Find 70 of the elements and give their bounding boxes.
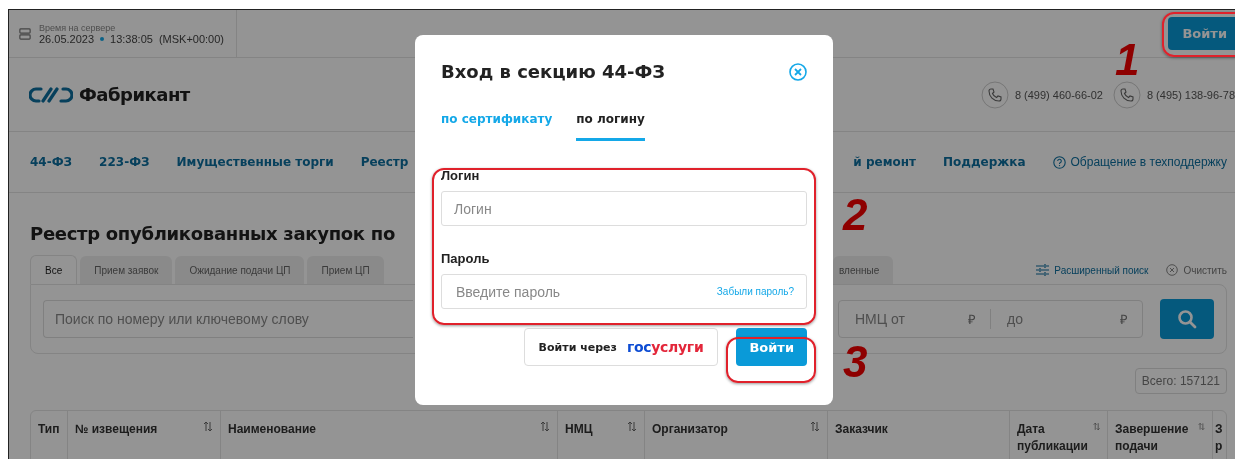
clear-link[interactable]: Очистить xyxy=(1183,264,1227,276)
nav-link[interactable]: Реестр xyxy=(360,155,409,169)
login-button[interactable]: Войти xyxy=(1168,17,1235,50)
step-number: 2 xyxy=(843,193,868,237)
sort-icon[interactable] xyxy=(1198,421,1205,432)
column-header[interactable]: Завершение подачи xyxy=(1115,421,1199,455)
advanced-search-link[interactable]: Расширенный поиск xyxy=(1054,264,1149,276)
field-label: Пароль xyxy=(441,251,491,266)
filter-tab[interactable]: вленные xyxy=(833,256,894,284)
help-icon xyxy=(1052,155,1066,169)
sort-icon[interactable] xyxy=(810,421,820,432)
clear-icon xyxy=(1166,264,1179,276)
column-header: Тип xyxy=(38,421,60,438)
field-label: Логин xyxy=(441,168,481,183)
step-number: 1 xyxy=(1115,38,1140,82)
logo-icon xyxy=(29,85,73,104)
separator-dot xyxy=(100,36,105,41)
filter-tab[interactable]: Все xyxy=(30,255,78,284)
search-icon xyxy=(1177,309,1197,329)
ruble-sign: ₽ xyxy=(968,311,976,328)
logo-text: Фабрикант xyxy=(79,84,190,105)
nav-link[interactable]: Имущественные торги xyxy=(176,155,334,169)
password-field[interactable]: Введите пароль Забыли пароль? xyxy=(441,274,807,309)
total-count: Всего: 157121 xyxy=(1134,368,1227,394)
submit-button[interactable]: Войти xyxy=(736,328,807,366)
price-range-field[interactable]: НМЦ от ₽ до ₽ xyxy=(838,300,1143,338)
phone-number[interactable]: 8 (495) 138-96-78 xyxy=(1146,88,1235,101)
server-icon xyxy=(19,26,31,41)
nav-link[interactable]: Поддержка xyxy=(942,155,1026,169)
price-to-input[interactable]: до xyxy=(1005,310,1120,328)
filter-tab[interactable]: Прием заявок xyxy=(80,256,173,284)
column-header[interactable]: Дата публикации xyxy=(1017,421,1093,455)
sort-icon[interactable] xyxy=(1092,421,1100,432)
time-zone: (MSK+00:00) xyxy=(158,32,224,45)
gosuslugi-login-button[interactable]: Войти через госуслуги xyxy=(523,328,719,366)
server-time-label: Время на сервере xyxy=(39,22,117,33)
search-button[interactable] xyxy=(1160,299,1214,339)
phone-icon xyxy=(1112,80,1141,109)
page-heading: Реестр опубликованных закупок по xyxy=(30,223,396,244)
column-header[interactable]: Наименование xyxy=(228,421,317,438)
login-method-tab[interactable]: по сертификату xyxy=(441,112,553,141)
forgot-password-link[interactable]: Забыли пароль? xyxy=(716,286,794,297)
sort-icon[interactable] xyxy=(203,421,213,432)
column-header: Заказчик xyxy=(835,421,888,438)
column-header[interactable]: НМЦ xyxy=(565,421,593,438)
step-number: 3 xyxy=(843,340,868,384)
phone-number[interactable]: 8 (499) 460-66-02 xyxy=(1014,88,1103,101)
filter-tab[interactable]: Ожидание подачи ЦП xyxy=(175,256,305,284)
server-date: 26.05.2023 xyxy=(39,32,95,45)
phone-icon xyxy=(980,80,1009,109)
close-icon[interactable] xyxy=(789,62,807,81)
column-header: З р xyxy=(1215,421,1224,455)
ruble-sign: ₽ xyxy=(1120,311,1128,328)
column-header[interactable]: Организатор xyxy=(652,421,728,438)
column-header[interactable]: № извещения xyxy=(75,421,158,438)
password-input[interactable]: Введите пароль xyxy=(454,282,717,301)
dialog-title: Вход в секцию 44-ФЗ xyxy=(441,61,666,82)
login-field[interactable]: Логин xyxy=(441,191,807,226)
sort-icon[interactable] xyxy=(627,421,637,432)
server-time: 13:38:05 xyxy=(110,32,153,45)
login-method-tab[interactable]: по логину xyxy=(576,112,645,141)
support-link[interactable]: Обращение в техподдержку xyxy=(1070,155,1227,169)
filter-icon xyxy=(1036,264,1050,276)
search-field[interactable]: Поиск по номеру или ключевому слову xyxy=(43,300,413,338)
price-from-input[interactable]: НМЦ от xyxy=(853,310,968,328)
filter-tab[interactable]: Прием ЦП xyxy=(307,256,384,284)
nav-link[interactable]: 223-ФЗ xyxy=(99,155,150,169)
sort-icon[interactable] xyxy=(540,421,550,432)
nav-link[interactable]: 44-ФЗ xyxy=(30,155,73,169)
nav-link[interactable]: й ремонт xyxy=(853,155,916,169)
